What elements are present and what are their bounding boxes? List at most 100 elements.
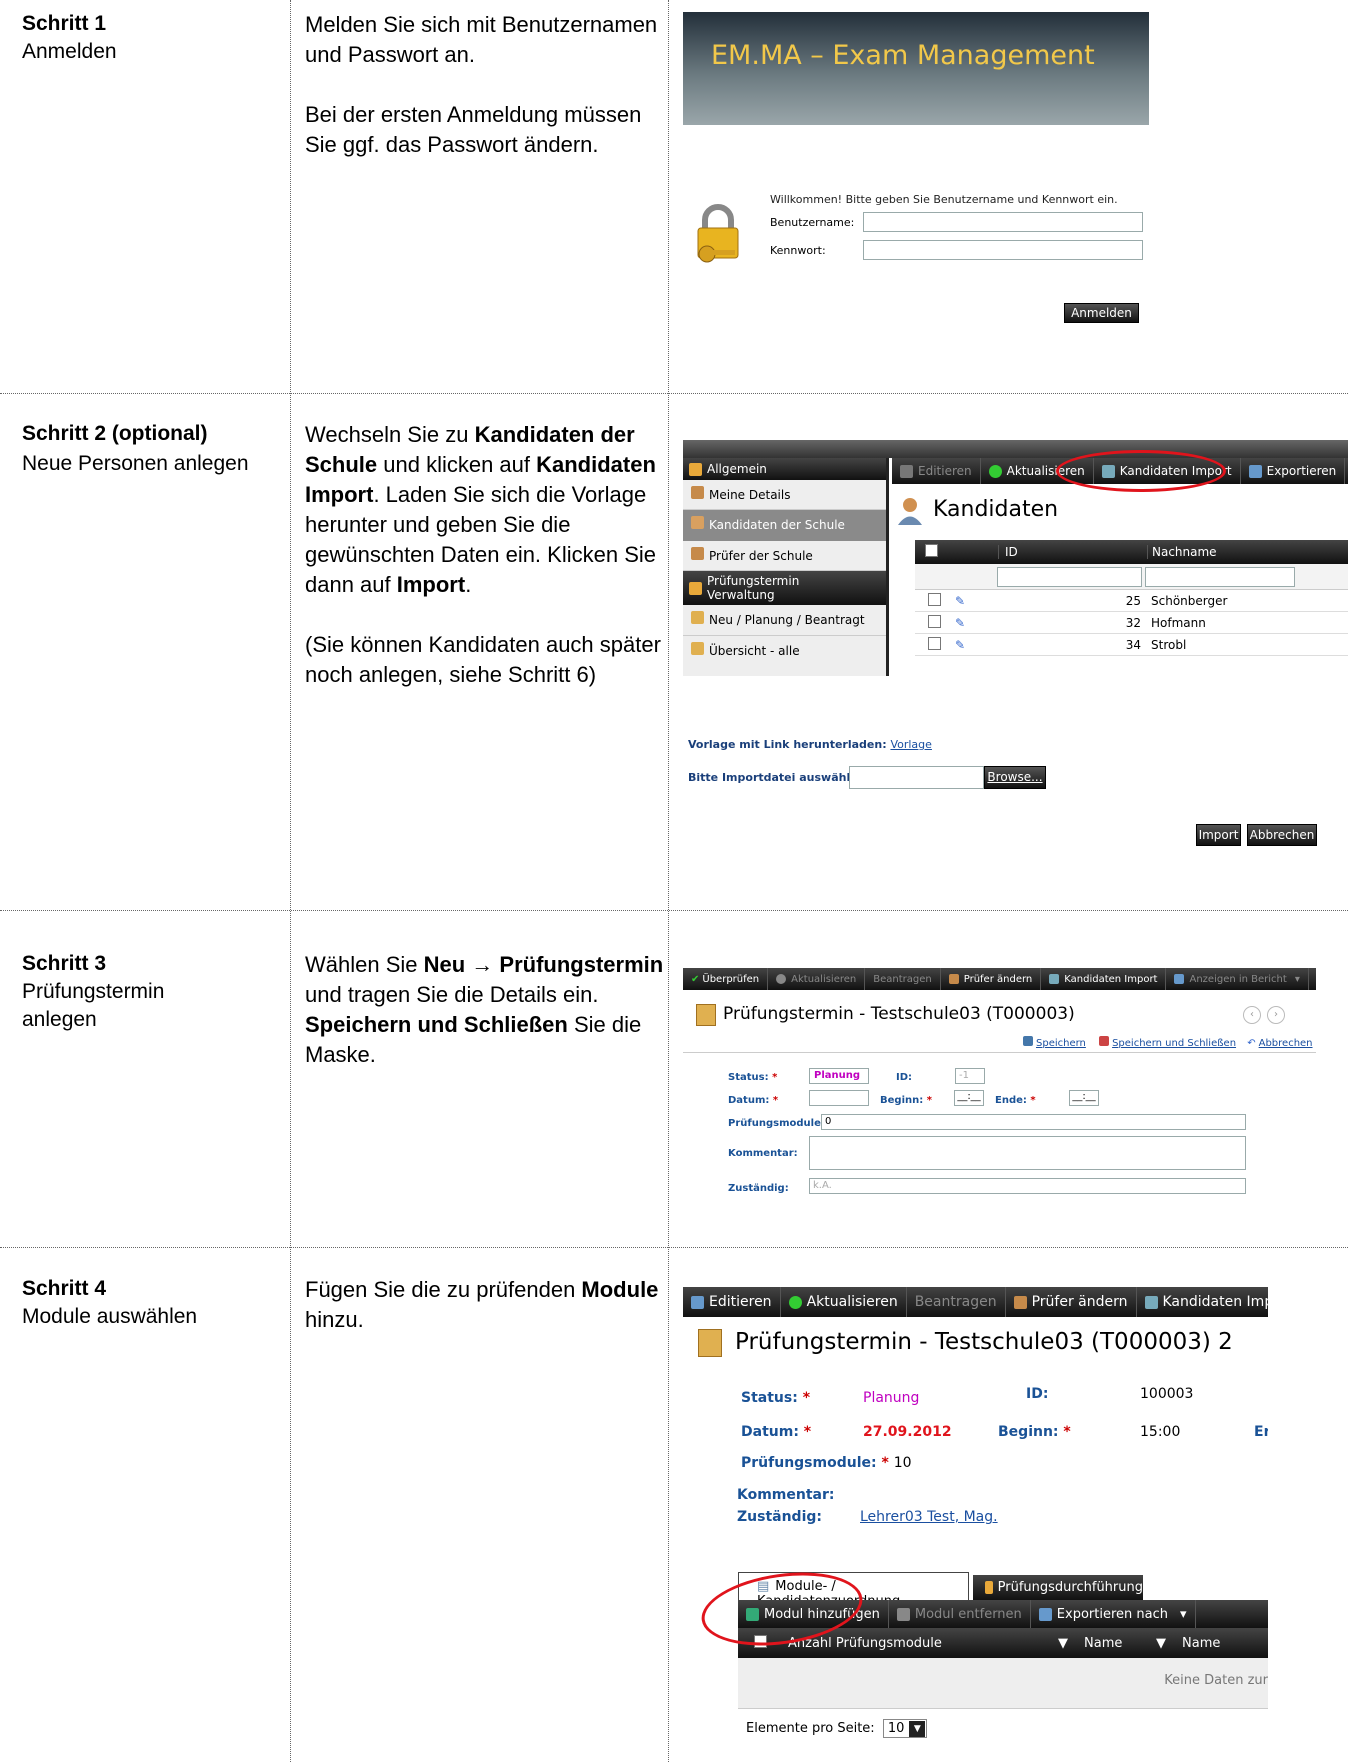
cancel-link[interactable]: Abbrechen [1259, 1038, 1313, 1049]
row-checkbox[interactable] [928, 614, 941, 628]
refresh-button[interactable]: Aktualisieren [768, 968, 866, 990]
table-row[interactable]: ✎ 32 Hofmann [915, 612, 1348, 634]
table-row[interactable]: ✎ 25 Schönberger [915, 590, 1348, 612]
apply-button[interactable]: Beantragen [865, 968, 941, 990]
sidebar-item-pruefer[interactable]: Prüfer der Schule [683, 541, 886, 571]
people-icon [985, 1581, 993, 1594]
col-nachname[interactable]: Nachname [1147, 545, 1297, 559]
comment-field[interactable] [809, 1136, 1246, 1170]
app-topbar [683, 440, 1348, 458]
per-page-label: Elemente pro Seite: [746, 1721, 875, 1736]
step4-para1: Fügen Sie die zu prüfenden Module hinzu. [305, 1277, 659, 1332]
login-button[interactable]: Anmelden [1064, 303, 1139, 323]
template-link[interactable]: Vorlage [890, 738, 931, 751]
import-file-input[interactable] [849, 766, 984, 789]
end-field[interactable]: __:__ [1069, 1090, 1099, 1106]
export-button[interactable]: Exportieren [1241, 458, 1346, 484]
tab-pruefungsdurchfuehrung[interactable]: Prüfungsdurchführung [973, 1575, 1143, 1600]
candidates-import-button[interactable]: Kandidaten Import [1137, 1287, 1268, 1317]
id-label: ID: [1026, 1386, 1049, 1402]
cell-name: Hofmann [1151, 615, 1206, 630]
edit-icon[interactable]: ✎ [955, 638, 998, 652]
password-field[interactable] [863, 240, 1143, 260]
col-name1[interactable]: Name [1078, 1636, 1156, 1651]
table-header: ID Nachname [915, 540, 1348, 564]
edit-button[interactable]: Editieren [892, 458, 981, 484]
person-icon [691, 516, 704, 529]
filter-id-input[interactable] [997, 567, 1142, 587]
sidebar-item-kandidaten[interactable]: Kandidaten der Schule [683, 510, 886, 541]
folder-icon [689, 581, 702, 595]
step1-para2: Bei der ersten Anmeldung müssen Sie ggf.… [305, 102, 642, 157]
save-icon [1023, 1036, 1033, 1046]
modules-field[interactable]: 0 [821, 1114, 1246, 1130]
change-examiner-button[interactable]: Prüfer ändern [941, 968, 1042, 990]
row-checkbox[interactable] [928, 636, 941, 650]
begin-field[interactable]: __:__ [954, 1090, 984, 1106]
step1-title: Schritt 1 [22, 12, 107, 35]
col-name2[interactable]: Name [1176, 1636, 1220, 1651]
calendar-icon [691, 642, 704, 655]
candidates-icon [895, 496, 925, 526]
per-page-select[interactable]: 10 ▼ [882, 1719, 928, 1738]
username-field[interactable] [863, 212, 1143, 232]
col-anzahl[interactable]: Anzahl Prüfungsmodule [788, 1636, 1058, 1651]
save-link[interactable]: Speichern [1036, 1038, 1086, 1049]
export-to-button[interactable]: Exportieren nach ▾ [1031, 1600, 1196, 1628]
candidates-table: ID Nachname ✎ 25 Schönberger ✎ 32 Hofman… [915, 540, 1348, 676]
edit-button[interactable]: Editieren [683, 1287, 781, 1317]
lock-icon [693, 202, 743, 264]
export-icon [1038, 1607, 1052, 1621]
apply-button[interactable]: Beantragen [907, 1287, 1006, 1317]
row-checkbox[interactable] [928, 592, 941, 606]
column-menu-icon[interactable]: ▼ [1058, 1636, 1078, 1651]
sidebar-group-pruefungstermin[interactable]: Prüfungstermin Verwaltung [683, 571, 886, 605]
banner-title: EM.MA – Exam Management [711, 40, 1095, 71]
edit-icon[interactable]: ✎ [955, 616, 998, 630]
candidates-import-button[interactable]: Kandidaten Import [1041, 968, 1167, 990]
cell-name: Schönberger [1151, 593, 1228, 608]
step2-title: Schritt 2 (optional) [22, 422, 208, 445]
check-button[interactable]: ✔ Überprüfen [683, 968, 769, 990]
cell-id: 34 [1125, 637, 1141, 652]
select-all-checkbox[interactable] [925, 544, 938, 557]
sidebar-group-allgemein[interactable]: Allgemein [683, 458, 886, 480]
chevron-down-icon: ▾ [1179, 1606, 1187, 1622]
sidebar: Allgemein Meine Details Kandidaten der S… [683, 458, 889, 676]
step2-para1: Wechseln Sie zu Kandidaten der Schule un… [305, 422, 656, 597]
modules-label: Prüfungsmodule: * [728, 1118, 834, 1129]
change-examiner-button[interactable]: Prüfer ändern [1006, 1287, 1137, 1317]
refresh-button[interactable]: Aktualisieren [781, 1287, 907, 1317]
sidebar-item-neu[interactable]: Neu / Planung / Beantragt [683, 605, 886, 636]
filter-name-input[interactable] [1145, 567, 1295, 587]
date-value: 27.09.2012 [863, 1424, 952, 1440]
col-id[interactable]: ID [998, 545, 1147, 559]
table-body: ✎ 25 Schönberger ✎ 32 Hofmann ✎ 34 Strob… [915, 590, 1348, 656]
step2-instruction: Wechseln Sie zu Kandidaten der Schule un… [305, 420, 665, 720]
save-close-link[interactable]: Speichern und Schließen [1112, 1038, 1236, 1049]
step4-instruction: Fügen Sie die zu prüfenden Module hinzu. [305, 1275, 665, 1365]
responsible-select[interactable]: k.A. [809, 1178, 1246, 1194]
sidebar-item-uebersicht[interactable]: Übersicht - alle [683, 636, 886, 666]
status-select[interactable]: Planung [809, 1068, 869, 1084]
responsible-link[interactable]: Lehrer03 Test, Mag. [860, 1509, 998, 1525]
table-row[interactable]: ✎ 34 Strobl [915, 634, 1348, 656]
column-menu-icon[interactable]: ▼ [1156, 1636, 1176, 1651]
import-button[interactable]: Import [1196, 824, 1241, 846]
date-field[interactable] [809, 1090, 869, 1106]
forward-icon[interactable]: › [1267, 1006, 1285, 1024]
edit-icon[interactable]: ✎ [955, 594, 998, 608]
row-divider-2 [0, 910, 1348, 911]
id-field[interactable]: -1 [955, 1068, 985, 1084]
browse-button[interactable]: Browse... [984, 766, 1046, 789]
status-label: Status: * [728, 1072, 778, 1083]
responsible-label: Zuständig: [737, 1509, 822, 1525]
sidebar-item-meine-details[interactable]: Meine Details [683, 480, 886, 510]
back-icon[interactable]: ‹ [1243, 1006, 1261, 1024]
cancel-button[interactable]: Abbrechen [1247, 824, 1317, 846]
show-in-report-button[interactable]: Anzeigen in Bericht ▾ [1166, 968, 1309, 990]
login-screenshot: EM.MA – Exam Management Willkommen! Bitt… [683, 12, 1149, 382]
pager: Elemente pro Seite: 10 ▼ [738, 1708, 1268, 1748]
remove-module-button[interactable]: Modul entfernen [889, 1600, 1031, 1628]
save-close-icon [1099, 1036, 1110, 1046]
